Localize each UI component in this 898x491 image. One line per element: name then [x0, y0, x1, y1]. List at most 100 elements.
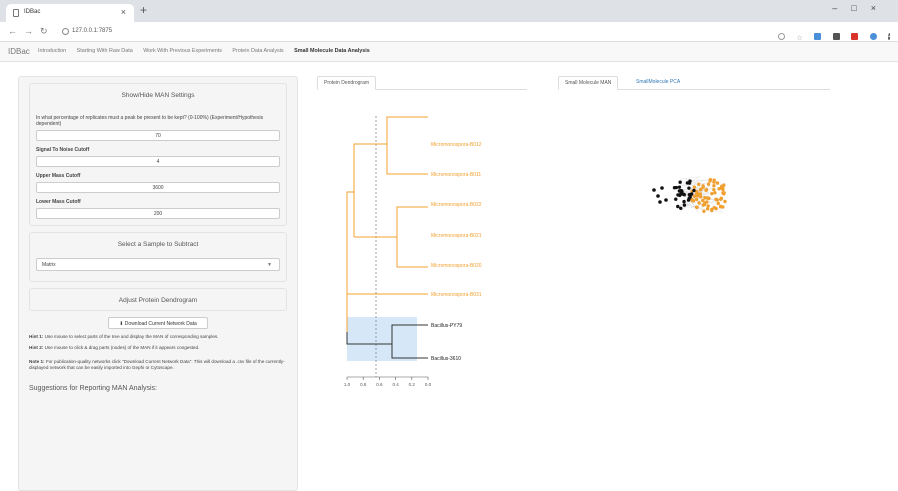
leaf-label: Micromonospora-B020	[431, 263, 482, 269]
forward-icon[interactable]: →	[24, 26, 33, 36]
network-node[interactable]	[660, 186, 664, 190]
download-network-button[interactable]: ⬇ Download Current Network Data	[108, 317, 208, 329]
man-settings-toggle[interactable]: Show/Hide MAN Settings	[30, 84, 286, 105]
network-node[interactable]	[714, 197, 718, 202]
network-node[interactable]	[692, 188, 696, 193]
network-node[interactable]	[712, 188, 716, 192]
network-node[interactable]	[698, 195, 703, 199]
snr-label: Signal To Noise Cutoff	[36, 147, 90, 153]
network-node[interactable]	[702, 202, 707, 207]
network-node[interactable]	[672, 186, 677, 190]
network-node[interactable]	[706, 182, 711, 186]
leaf-label: Micromonospora-B011	[431, 172, 481, 178]
network-node[interactable]	[712, 183, 716, 188]
zoom-icon[interactable]	[778, 33, 785, 40]
leaf-label: Bacillus-PY79	[431, 323, 462, 329]
network-node[interactable]	[664, 198, 668, 202]
network-node[interactable]	[699, 187, 703, 191]
protein-dendrogram[interactable]: Micromonospora-B012 Micromonospora-B011 Mi…	[317, 92, 537, 402]
leaf-label: Micromonospora-B012	[431, 142, 482, 148]
network-node[interactable]	[715, 181, 720, 185]
network-node[interactable]	[694, 192, 699, 196]
network-node[interactable]	[687, 192, 692, 197]
selection-highlight[interactable]	[347, 317, 417, 361]
network-node[interactable]	[676, 204, 680, 209]
info-icon[interactable]	[62, 28, 69, 35]
network-node[interactable]	[656, 194, 660, 198]
close-tab-icon[interactable]: ×	[121, 7, 126, 17]
download-network-label: Download Current Network Data	[124, 321, 197, 327]
network-node[interactable]	[722, 183, 726, 187]
network-node[interactable]	[682, 193, 686, 197]
network-node[interactable]	[710, 207, 714, 212]
lower-mass-input[interactable]: 200	[36, 208, 280, 219]
network-node[interactable]	[722, 191, 726, 195]
subtract-select[interactable]: Matrix ▼	[36, 258, 280, 271]
network-node[interactable]	[697, 182, 701, 187]
window-controls[interactable]: –□×	[832, 3, 890, 13]
profile-icon[interactable]	[869, 33, 877, 40]
network-node[interactable]	[695, 205, 699, 210]
star-icon[interactable]: ☆	[796, 34, 802, 42]
app-brand[interactable]: IDBac	[8, 47, 30, 56]
network-node[interactable]	[708, 177, 713, 182]
network-node[interactable]	[694, 197, 699, 202]
network-node[interactable]	[674, 197, 678, 201]
network-node[interactable]	[682, 203, 687, 207]
network-node[interactable]	[716, 201, 721, 206]
extension-icon[interactable]	[851, 33, 859, 40]
network-node[interactable]	[698, 192, 703, 196]
extension-icons: ☆	[771, 27, 890, 42]
network-node[interactable]	[697, 201, 701, 205]
pct-replicates-input[interactable]: 70	[36, 130, 280, 141]
network-node[interactable]	[703, 196, 707, 200]
back-icon[interactable]: ←	[8, 26, 17, 36]
adjust-dendrogram-toggle[interactable]: Adjust Protein Dendrogram	[30, 289, 286, 310]
snr-input[interactable]: 4	[36, 156, 280, 167]
network-node[interactable]	[658, 200, 662, 204]
network-node[interactable]	[686, 198, 691, 202]
network-node[interactable]	[682, 199, 686, 204]
new-tab-icon[interactable]: +	[140, 3, 147, 17]
network-node[interactable]	[679, 206, 683, 211]
network-node[interactable]	[678, 180, 682, 184]
network-node[interactable]	[723, 199, 727, 204]
nav-protein-analysis[interactable]: Protein Data Analysis	[232, 48, 283, 54]
network-node[interactable]	[702, 209, 706, 213]
network-node[interactable]	[677, 185, 682, 189]
network-node[interactable]	[692, 185, 697, 189]
extension-icon[interactable]	[814, 33, 822, 40]
nav-starting-raw-data[interactable]: Starting With Raw Data	[77, 48, 133, 54]
network-node[interactable]	[712, 180, 716, 184]
man-network[interactable]	[640, 170, 750, 222]
menu-icon[interactable]	[888, 33, 890, 40]
network-node[interactable]	[678, 189, 683, 193]
network-node[interactable]	[687, 181, 692, 185]
hint-1-label: Hint 1:	[29, 334, 44, 339]
network-node[interactable]	[719, 196, 724, 201]
network-node[interactable]	[721, 187, 725, 192]
network-node[interactable]	[652, 188, 656, 192]
tab-small-molecule-man[interactable]: Small Molecule MAN	[558, 76, 619, 90]
network-node[interactable]	[704, 188, 709, 192]
nav-previous-experiments[interactable]: Work With Previous Experiments	[143, 48, 222, 54]
network-node[interactable]	[691, 199, 696, 203]
upper-mass-input[interactable]: 3600	[36, 182, 280, 193]
network-node[interactable]	[713, 191, 717, 195]
network-node[interactable]	[718, 204, 723, 209]
browser-tab[interactable]: IDBac ×	[6, 4, 134, 22]
nav-small-molecule-analysis[interactable]: Small Molecule Data Analysis	[294, 48, 370, 54]
url-field[interactable]: 127.0.0.1:7875	[62, 25, 112, 39]
reload-icon[interactable]: ↻	[40, 26, 48, 37]
nav-introduction[interactable]: Introduction	[38, 48, 66, 54]
network-node[interactable]	[714, 206, 718, 211]
network-node[interactable]	[706, 204, 710, 208]
tab-small-molecule-pca[interactable]: SmallMolecule PCA	[630, 76, 686, 90]
tab-protein-dendrogram[interactable]: Protein Dendrogram	[317, 76, 377, 90]
network-node[interactable]	[705, 207, 710, 211]
upper-mass-label: Upper Mass Cutoff	[36, 173, 81, 179]
network-node[interactable]	[687, 186, 691, 190]
extension-icon[interactable]	[832, 33, 840, 40]
network-node[interactable]	[710, 191, 714, 196]
pct-replicates-label: In what percentage of replicates must a …	[36, 115, 264, 127]
